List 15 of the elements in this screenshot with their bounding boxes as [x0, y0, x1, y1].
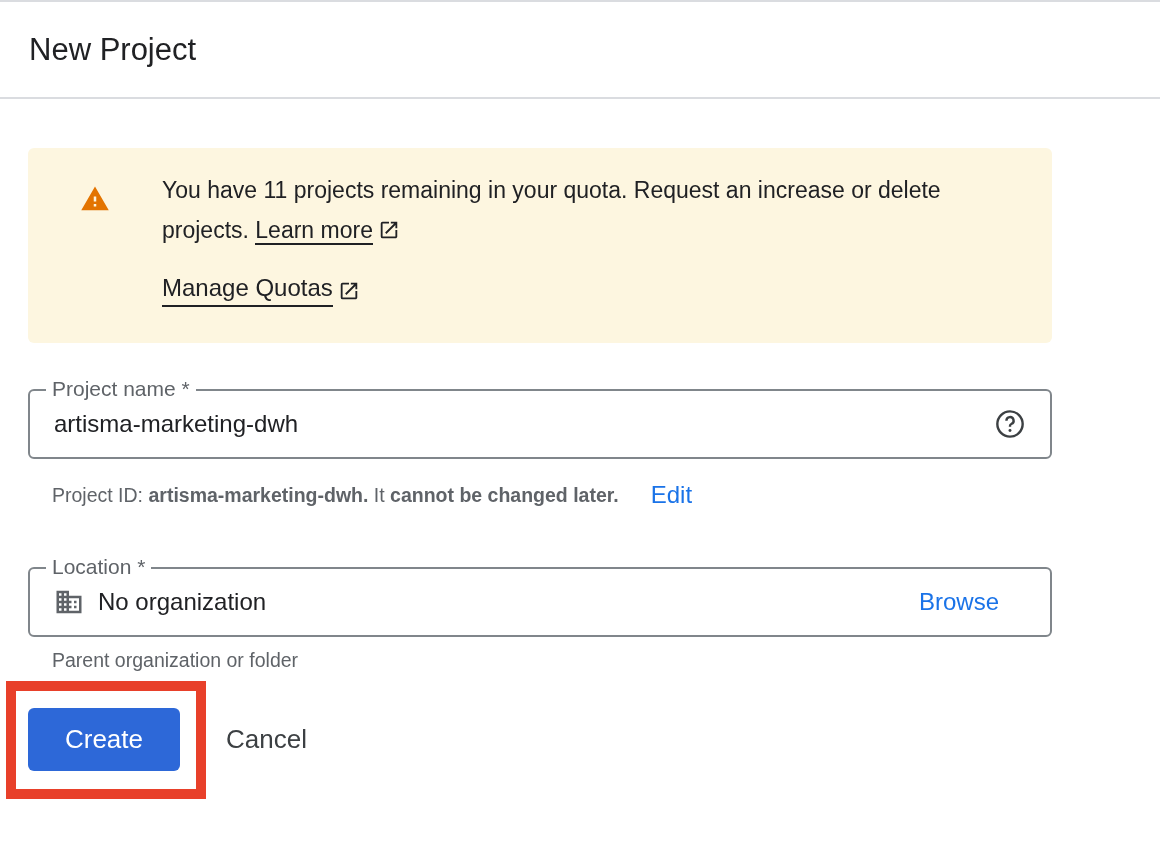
manage-quotas-link[interactable]: Manage Quotas	[162, 274, 333, 307]
cancel-button[interactable]: Cancel	[214, 708, 319, 771]
dialog-title: New Project	[29, 31, 197, 68]
quota-message: You have 11 projects remaining in your quota. Request an increase or delete projects. Learn more	[162, 176, 942, 247]
location-value: No organization	[98, 588, 268, 616]
learn-more-link[interactable]: Learn more	[255, 217, 373, 245]
project-name-field[interactable]: Project name * artisma-marketing-dwh	[28, 376, 1052, 459]
create-button[interactable]: Create	[28, 708, 180, 771]
name-input[interactable]: artisma-marketing-dwh	[54, 410, 994, 438]
project-id-hint: Project ID: artisma-marketing-dwh. It cannot be changed later.	[52, 483, 619, 507]
help-icon[interactable]	[994, 408, 1026, 440]
browse-link[interactable]: Browse	[918, 588, 999, 616]
edit-link[interactable]: Edit	[650, 481, 693, 509]
location-field[interactable]: Location * No organization Browse	[28, 554, 1052, 637]
location-hint: Parent organization or folder	[51, 649, 300, 672]
